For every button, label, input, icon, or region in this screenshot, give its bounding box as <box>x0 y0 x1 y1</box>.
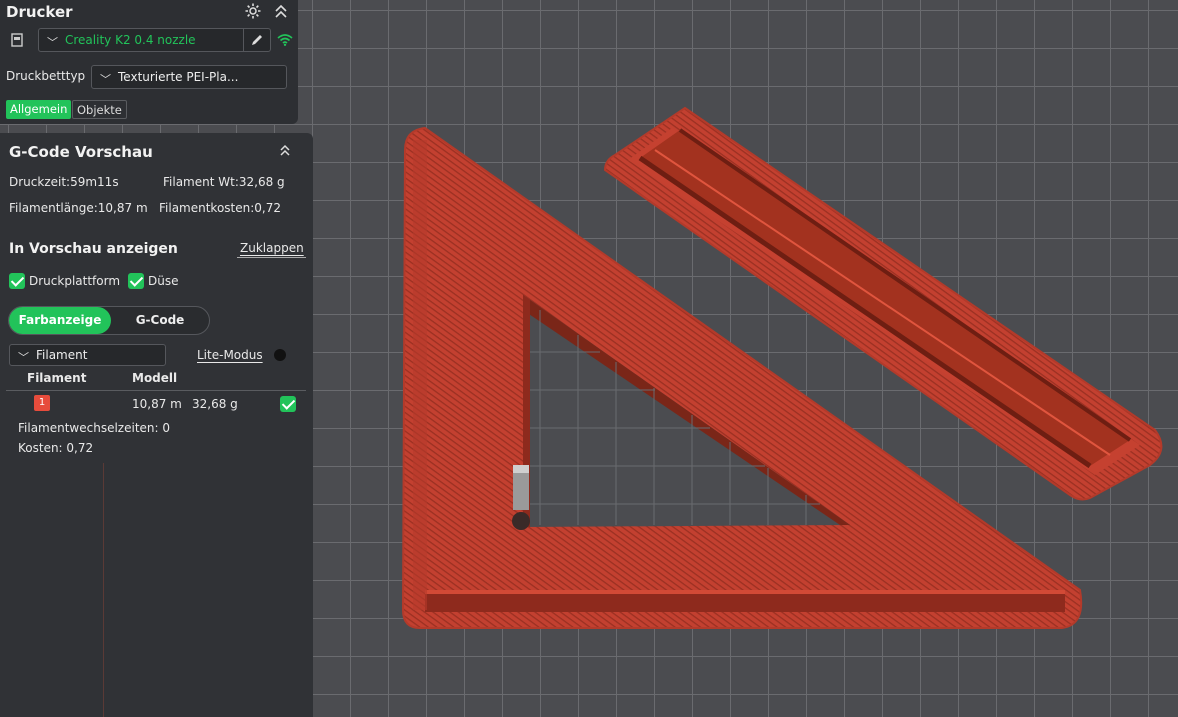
filament-cost: Filamentkosten:0,72 <box>159 201 282 215</box>
gear-icon[interactable] <box>244 2 262 20</box>
filament-changes: Filamentwechselzeiten: 0 <box>18 421 171 435</box>
gcode-preview-title: G-Code Vorschau <box>9 143 153 161</box>
collapse-up-icon[interactable] <box>279 144 291 158</box>
preview-slider-track[interactable] <box>103 463 104 717</box>
filament-weight: Filament Wt:32,68 g <box>163 175 285 189</box>
wifi-icon <box>277 34 293 46</box>
row-length: 10,87 m <box>132 397 182 411</box>
printer-select[interactable]: ﹀ Creality K2 0.4 nozzle <box>38 28 271 52</box>
collapse-up-icon[interactable] <box>274 3 288 19</box>
lite-mode-toggle[interactable] <box>274 349 286 361</box>
edit-icon[interactable] <box>250 33 264 47</box>
checkbox-nozzle-label: Düse <box>148 274 179 288</box>
bed-type-select[interactable]: ﹀ Texturierte PEI-Pla... <box>91 65 287 89</box>
printer-icon <box>11 33 23 47</box>
tab-objects[interactable]: Objekte <box>72 100 127 119</box>
checkbox-icon[interactable] <box>128 273 144 289</box>
printer-title: Drucker <box>6 3 73 21</box>
collapse-link[interactable]: Zuklappen <box>240 241 304 255</box>
checkbox-icon[interactable] <box>280 396 296 412</box>
filament-index-badge: 1 <box>34 395 50 411</box>
chevron-down-icon: ﹀ <box>18 352 29 364</box>
bed-type-value: Texturierte PEI-Pla... <box>118 70 239 84</box>
cost-total: Kosten: 0,72 <box>18 441 94 455</box>
preview-section-title: In Vorschau anzeigen <box>9 241 178 257</box>
filament-filter-select[interactable]: ﹀ Filament <box>9 344 166 366</box>
printer-panel: Drucker ﹀ Creality K2 0.4 nozzle Druckbe… <box>0 0 298 124</box>
table-divider <box>6 390 306 391</box>
printer-name: Creality K2 0.4 nozzle <box>65 33 196 47</box>
gcode-view-button[interactable]: G-Code <box>111 307 209 334</box>
tab-general[interactable]: Allgemein <box>6 100 72 119</box>
filament-length: Filamentlänge:10,87 m <box>9 201 148 215</box>
gcode-preview-panel: G-Code Vorschau Druckzeit:59m11s Filamen… <box>0 133 313 717</box>
filter-value: Filament <box>36 348 88 362</box>
bed-type-label: Druckbetttyp <box>6 69 86 83</box>
checkbox-bed-label: Druckplattform <box>29 274 121 288</box>
print-time: Druckzeit:59m11s <box>9 175 119 189</box>
checkbox-icon[interactable] <box>9 273 25 289</box>
lite-mode-link[interactable]: Lite-Modus <box>197 348 263 362</box>
row-weight: 32,68 g <box>192 397 238 411</box>
collapse-underline <box>237 257 306 258</box>
chevron-down-icon: ﹀ <box>100 74 111 86</box>
view-mode-toggle[interactable]: Farbanzeige G-Code <box>8 306 210 335</box>
color-view-button[interactable]: Farbanzeige <box>9 307 111 334</box>
table-header-filament: Filament <box>27 371 87 385</box>
table-header-model: Modell <box>132 371 178 385</box>
chevron-down-icon: ﹀ <box>47 37 58 49</box>
